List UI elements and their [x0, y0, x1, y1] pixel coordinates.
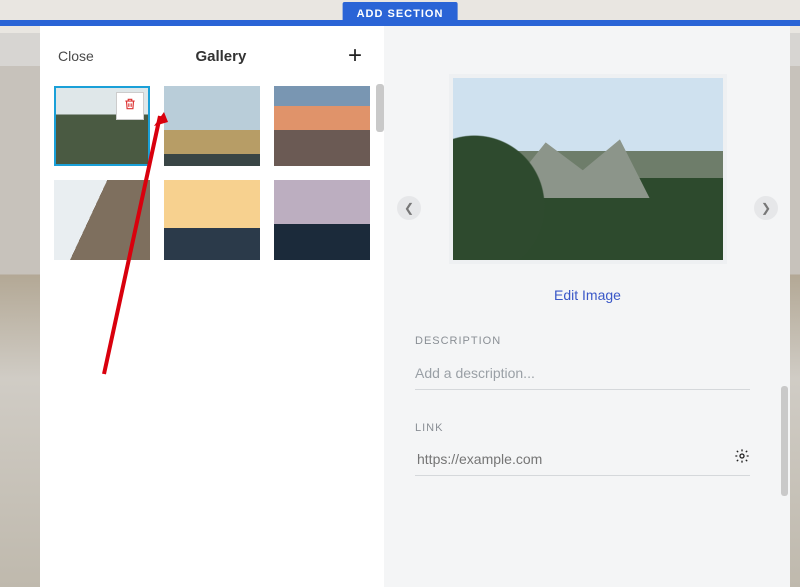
- thumbnail-grid: [40, 86, 384, 260]
- gear-icon: [734, 451, 750, 468]
- preview-area: Edit Image: [385, 26, 790, 305]
- chevron-left-icon: ❮: [404, 201, 414, 215]
- thumbnail-2[interactable]: [164, 86, 260, 166]
- thumbnail-3[interactable]: [274, 86, 370, 166]
- right-scrollbar[interactable]: [781, 386, 788, 496]
- next-image-button[interactable]: ❯: [754, 196, 778, 220]
- description-input[interactable]: [415, 361, 750, 390]
- thumbnail-6[interactable]: [274, 180, 370, 260]
- trash-icon: [123, 97, 137, 116]
- prev-image-button[interactable]: ❮: [397, 196, 421, 220]
- gallery-header: Close Gallery +: [40, 26, 384, 86]
- add-image-button[interactable]: +: [348, 44, 362, 68]
- thumbnail-1[interactable]: [54, 86, 150, 166]
- left-scrollbar[interactable]: [376, 84, 384, 132]
- description-label: DESCRIPTION: [415, 335, 750, 347]
- delete-image-button[interactable]: [116, 92, 144, 120]
- chevron-right-icon: ❯: [761, 201, 771, 215]
- link-input[interactable]: [415, 450, 724, 468]
- gallery-title: Gallery: [195, 48, 246, 65]
- image-preview: [449, 74, 727, 264]
- gallery-dialog: Close Gallery +: [40, 26, 790, 587]
- edit-image-link[interactable]: Edit Image: [554, 287, 621, 303]
- add-section-button[interactable]: ADD SECTION: [343, 2, 458, 26]
- link-label: LINK: [415, 422, 750, 434]
- close-button[interactable]: Close: [58, 48, 94, 64]
- image-form: DESCRIPTION LINK: [385, 305, 790, 476]
- link-settings-button[interactable]: [734, 448, 750, 469]
- gallery-left-pane: Close Gallery +: [40, 26, 384, 587]
- thumbnail-5[interactable]: [164, 180, 260, 260]
- gallery-right-pane: ❮ ❯ Edit Image DESCRIPTION LINK: [384, 26, 790, 587]
- thumbnail-4[interactable]: [54, 180, 150, 260]
